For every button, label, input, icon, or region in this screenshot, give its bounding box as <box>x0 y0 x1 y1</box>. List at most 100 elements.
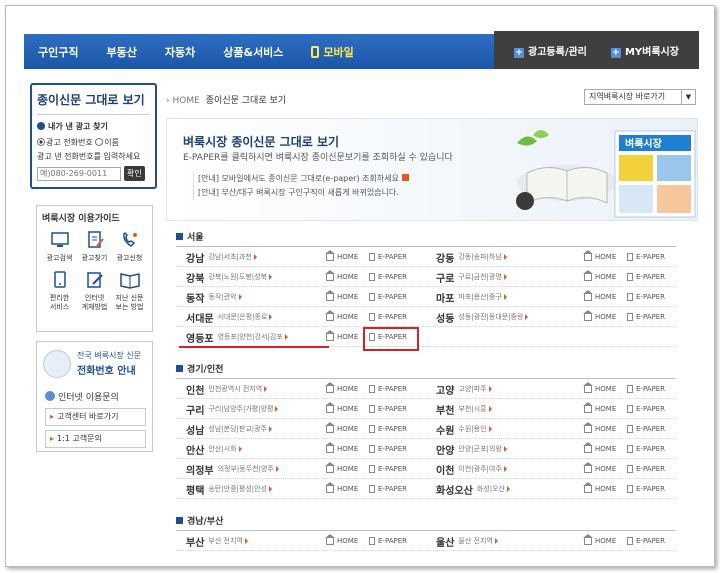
region-name[interactable]: 인천 <box>186 382 204 397</box>
phone-input[interactable] <box>37 166 121 181</box>
e-paper-link[interactable]: E-PAPER <box>369 379 407 399</box>
e-paper-link[interactable]: E-PAPER <box>627 479 665 499</box>
e-paper-link[interactable]: E-PAPER <box>627 419 665 439</box>
home-link[interactable]: HOME <box>583 439 616 459</box>
guide-internet-post[interactable]: 인터넷 게재방법 <box>77 271 112 312</box>
region-name[interactable]: 강북 <box>186 270 204 285</box>
e-paper-link[interactable]: E-PAPER <box>369 267 407 287</box>
region-shortcut-select[interactable]: 지역벼룩시장 바로가기 ▼ <box>584 89 696 105</box>
one-on-one-inquiry-link[interactable]: ▸ 1:1 고객문의 <box>45 430 146 448</box>
home-link[interactable]: HOME <box>325 379 358 399</box>
home-link[interactable]: HOME <box>325 247 358 267</box>
region-name[interactable]: 구로 <box>436 270 454 285</box>
e-paper-link[interactable]: E-PAPER <box>369 531 407 551</box>
region-name[interactable]: 평택 <box>186 482 204 497</box>
nav-mobile[interactable]: 모바일 <box>297 44 367 60</box>
region-name[interactable]: 이천 <box>436 462 454 477</box>
region-name[interactable]: 구리 <box>186 402 204 417</box>
national-phone-line1[interactable]: 전국 벼룩시장 신문 <box>77 350 141 361</box>
region-name[interactable]: 부산 <box>186 534 204 549</box>
guide-ad-apply[interactable]: 광고신청 <box>112 231 147 263</box>
region-name[interactable]: 안산 <box>186 442 204 457</box>
e-paper-link[interactable]: E-PAPER <box>627 379 665 399</box>
home-link[interactable]: HOME <box>325 327 358 347</box>
e-paper-link[interactable]: E-PAPER <box>369 287 407 307</box>
region-name[interactable]: 영등포 <box>186 330 214 345</box>
e-paper-link[interactable]: E-PAPER <box>369 439 407 459</box>
e-paper-link-label: E-PAPER <box>636 537 666 545</box>
home-link[interactable]: HOME <box>325 439 358 459</box>
home-link[interactable]: HOME <box>583 399 616 419</box>
guide-past-paper[interactable]: 지난 신문 보는 방법 <box>112 271 147 312</box>
home-link[interactable]: HOME <box>325 307 358 327</box>
home-link[interactable]: HOME <box>583 479 616 499</box>
nav-jobs[interactable]: 구인구직 <box>24 44 92 60</box>
home-link[interactable]: HOME <box>583 531 616 551</box>
e-paper-link[interactable]: E-PAPER <box>369 247 407 267</box>
region-name[interactable]: 고양 <box>436 382 454 397</box>
e-paper-link[interactable]: E-PAPER <box>627 531 665 551</box>
radio-phone[interactable] <box>37 138 45 146</box>
region-subareas: 안산|시화 <box>208 445 237 453</box>
home-link[interactable]: HOME <box>583 307 616 327</box>
arrow-icon: ▸ <box>50 434 55 443</box>
region-name[interactable]: 강동 <box>436 250 454 265</box>
e-paper-link[interactable]: E-PAPER <box>627 247 665 267</box>
banner-notices: [안내] 모바일에서도 종이신문 그대로(e-paper) 조회하세요 [안내]… <box>193 172 409 200</box>
e-paper-link[interactable]: E-PAPER <box>627 399 665 419</box>
home-link[interactable]: HOME <box>325 479 358 499</box>
guide-ad-search[interactable]: 광고검색 <box>42 231 77 263</box>
region-name[interactable]: 동작 <box>186 290 204 305</box>
home-link[interactable]: HOME <box>583 267 616 287</box>
region-name[interactable]: 마포 <box>436 290 454 305</box>
home-link[interactable]: HOME <box>583 419 616 439</box>
e-paper-link[interactable]: E-PAPER <box>627 287 665 307</box>
guide-find-ad[interactable]: 광고찾기 <box>77 231 112 263</box>
breadcrumb-home[interactable]: HOME <box>172 96 199 106</box>
region-name[interactable]: 부천 <box>436 402 454 417</box>
notice-busan[interactable]: [안내] 부산/대구 벼룩시장 구인구직이 새롭게 바뀌었습니다. <box>198 186 409 200</box>
home-link[interactable]: HOME <box>583 287 616 307</box>
region-name[interactable]: 의정부 <box>186 462 214 477</box>
region-name[interactable]: 성남 <box>186 422 204 437</box>
e-paper-link[interactable]: E-PAPER <box>627 459 665 479</box>
home-link[interactable]: HOME <box>583 379 616 399</box>
radio-name[interactable] <box>95 138 104 146</box>
region-name[interactable]: 서대문 <box>186 310 214 325</box>
e-paper-link[interactable]: E-PAPER <box>369 479 407 499</box>
guide-convenient-service[interactable]: 편리한 서비스 <box>42 271 77 312</box>
home-link[interactable]: HOME <box>325 419 358 439</box>
e-paper-link[interactable]: E-PAPER <box>627 267 665 287</box>
ad-register-button[interactable]: + 광고등록/관리 <box>514 43 587 58</box>
e-paper-link[interactable]: E-PAPER <box>369 459 407 479</box>
region-name[interactable]: 강남 <box>186 250 204 265</box>
nav-realestate[interactable]: 부동산 <box>92 44 150 60</box>
table-row: 의정부 의정부|동두천|양주 HOME E-PAPER 이천 이천|광주|여주 HOME E-… <box>176 459 676 479</box>
confirm-button[interactable]: 확인 <box>124 166 145 181</box>
region-name[interactable]: 울산 <box>436 534 454 549</box>
e-paper-link[interactable]: E-PAPER <box>627 307 665 327</box>
home-link[interactable]: HOME <box>325 399 358 419</box>
home-link[interactable]: HOME <box>325 287 358 307</box>
e-paper-link[interactable]: E-PAPER <box>369 419 407 439</box>
region-name[interactable]: 수원 <box>436 422 454 437</box>
region-name[interactable]: 성동 <box>436 310 454 325</box>
nav-goods[interactable]: 상품&서비스 <box>209 44 297 60</box>
table-row: 인천 인천광역시 전지역 HOME E-PAPER 고양 고양|파주 HOME E-PAPER <box>176 379 676 399</box>
home-link[interactable]: HOME <box>583 459 616 479</box>
e-paper-link[interactable]: E-PAPER <box>627 439 665 459</box>
home-link[interactable]: HOME <box>583 247 616 267</box>
e-paper-link[interactable]: E-PAPER <box>369 307 407 327</box>
notice-mobile[interactable]: [안내] 모바일에서도 종이신문 그대로(e-paper) 조회하세요 <box>198 172 409 186</box>
home-link[interactable]: HOME <box>325 531 358 551</box>
paper-icon <box>627 425 633 433</box>
my-byeoruk-button[interactable]: + MY벼룩시장 <box>610 43 679 58</box>
e-paper-link[interactable]: E-PAPER <box>369 399 407 419</box>
customer-center-link[interactable]: ▸ 고객센터 바로가기 <box>45 408 146 426</box>
region-name[interactable]: 화성오산 <box>436 482 473 497</box>
nav-car[interactable]: 자동차 <box>151 44 209 60</box>
home-link[interactable]: HOME <box>325 459 358 479</box>
home-link[interactable]: HOME <box>325 267 358 287</box>
region-name[interactable]: 안양 <box>436 442 454 457</box>
national-phone-line2[interactable]: 전화번호 안내 <box>77 362 136 377</box>
